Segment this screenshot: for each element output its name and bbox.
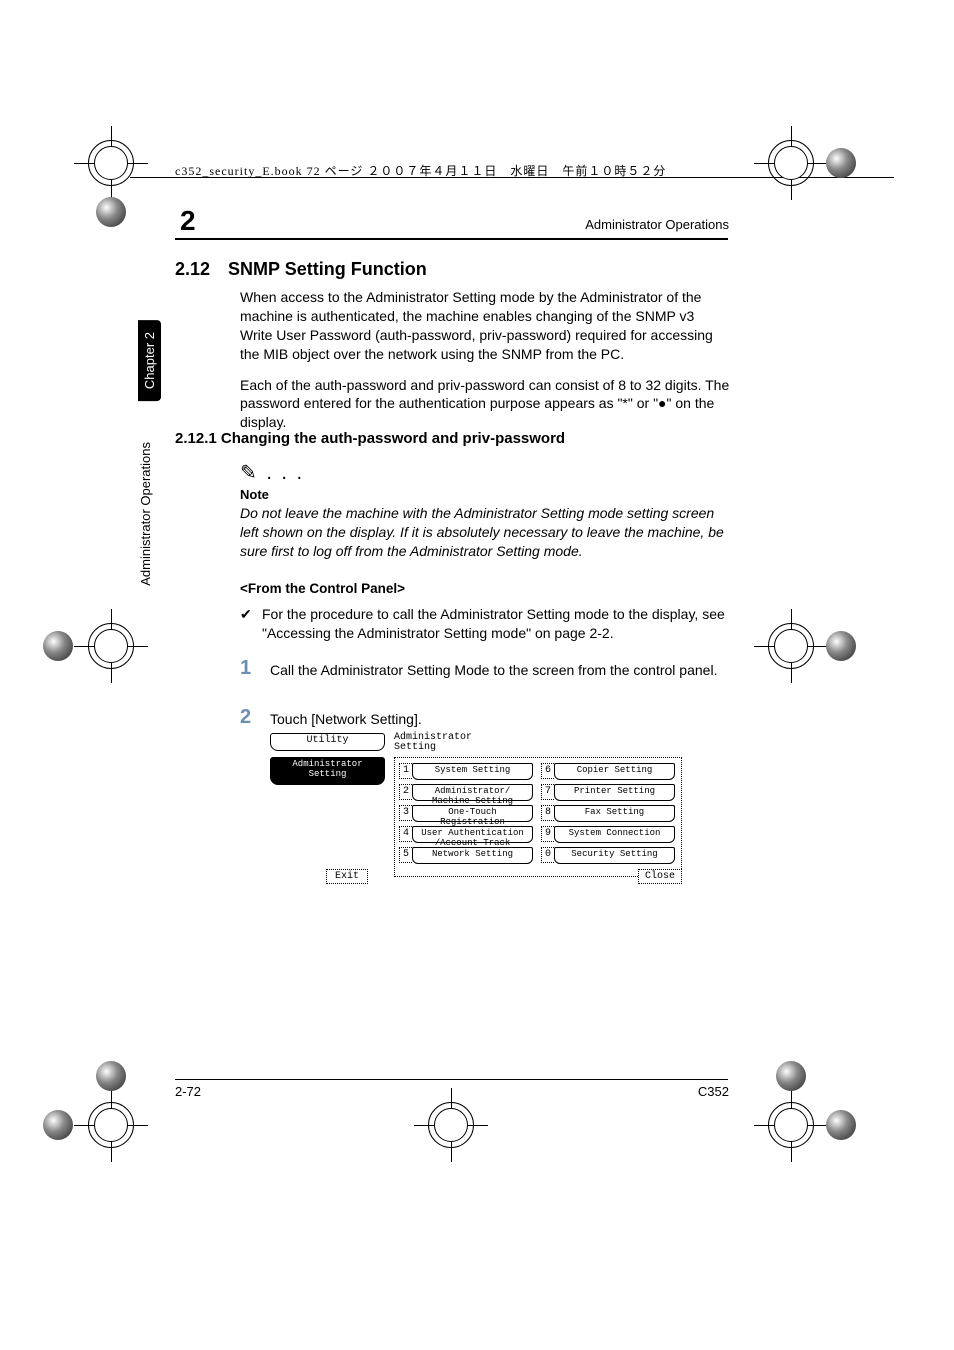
section-body: When access to the Administrator Setting…	[240, 288, 730, 444]
menu-item-number: 4	[399, 826, 412, 842]
subsection-number: 2.12.1	[175, 430, 217, 447]
sphere-ornament	[826, 1110, 856, 1140]
sphere-ornament	[43, 1110, 73, 1140]
close-button[interactable]: Close	[638, 869, 682, 884]
menu-item[interactable]: 5Network Setting	[399, 846, 533, 864]
chapter-number: 2	[180, 205, 196, 237]
step-2: 2 Touch [Network Setting].	[240, 707, 730, 729]
subsection-title: Changing the auth-password and priv-pass…	[221, 430, 565, 447]
menu-item[interactable]: 8Fax Setting	[541, 804, 675, 822]
step-number: 1	[240, 658, 270, 680]
section-number: 2.12	[175, 259, 210, 280]
panel-title: Administrator Setting	[394, 733, 682, 753]
menu-item-label: System Connection	[554, 826, 675, 843]
side-tab-chapter: Chapter 2	[138, 320, 161, 401]
registration-mark	[88, 140, 134, 186]
step-text: Touch [Network Setting].	[270, 707, 422, 729]
menu-item-number: 6	[541, 763, 554, 779]
step-1: 1 Call the Administrator Setting Mode to…	[240, 658, 730, 680]
panel-right-column: Administrator Setting 1System Setting2Ad…	[394, 733, 682, 883]
control-panel-figure: Utility Administrator Setting Exit Admin…	[270, 733, 682, 883]
menu-item-number: 1	[399, 763, 412, 779]
menu-item-label: Administrator/ Machine Setting	[412, 784, 533, 801]
menu-item-number: 5	[399, 847, 412, 863]
footer-rule	[175, 1079, 728, 1080]
menu-item[interactable]: 0Security Setting	[541, 846, 675, 864]
menu-item-label: System Setting	[412, 763, 533, 780]
note-text: Do not leave the machine with the Admini…	[240, 504, 730, 561]
menu-item-number: 9	[541, 826, 554, 842]
menu-item[interactable]: 4User Authentication /Account Track	[399, 825, 533, 843]
section-title: SNMP Setting Function	[228, 259, 427, 280]
menu-item-number: 0	[541, 847, 554, 863]
menu-grid: 1System Setting2Administrator/ Machine S…	[394, 757, 682, 877]
menu-item[interactable]: 3One-Touch Registration	[399, 804, 533, 822]
menu-item[interactable]: 1System Setting	[399, 762, 533, 780]
footer-page-number: 2-72	[175, 1084, 201, 1099]
section-para1: When access to the Administrator Setting…	[240, 288, 730, 364]
section-para2: Each of the auth-password and priv-passw…	[240, 376, 730, 433]
menu-item-number: 3	[399, 805, 412, 821]
file-header-text: c352_security_E.book 72 ページ ２００７年４月１１日 水…	[175, 162, 666, 179]
subsection-heading: 2.12.1 Changing the auth-password and pr…	[175, 430, 565, 447]
menu-item-label: Printer Setting	[554, 784, 675, 801]
exit-button[interactable]: Exit	[326, 869, 368, 884]
menu-item-number: 2	[399, 784, 412, 800]
note-icon: ✎ . . .	[240, 460, 730, 485]
check-icon: ✔	[240, 605, 262, 643]
note-label: Note	[240, 487, 730, 502]
menu-item[interactable]: 6Copier Setting	[541, 762, 675, 780]
menu-item-label: One-Touch Registration	[412, 805, 533, 822]
sphere-ornament	[96, 197, 126, 227]
step-number: 2	[240, 707, 270, 729]
sphere-ornament	[776, 1061, 806, 1091]
sphere-ornament	[826, 148, 856, 178]
utility-tab[interactable]: Utility	[270, 733, 385, 751]
administrator-setting-tab[interactable]: Administrator Setting	[270, 757, 385, 785]
menu-item-number: 8	[541, 805, 554, 821]
menu-item-label: Copier Setting	[554, 763, 675, 780]
menu-item-label: Network Setting	[412, 847, 533, 864]
panel-left-column: Utility Administrator Setting Exit	[270, 733, 385, 883]
menu-item-label: User Authentication /Account Track	[412, 826, 533, 843]
step-text: Call the Administrator Setting Mode to t…	[270, 658, 717, 680]
checklist-text: For the procedure to call the Administra…	[262, 605, 730, 643]
registration-mark	[768, 140, 814, 186]
registration-mark	[88, 1102, 134, 1148]
checklist-item: ✔ For the procedure to call the Administ…	[240, 605, 730, 643]
menu-item[interactable]: 9System Connection	[541, 825, 675, 843]
sphere-ornament	[43, 631, 73, 661]
side-tab-operations: Administrator Operations	[138, 442, 153, 586]
menu-item-label: Security Setting	[554, 847, 675, 864]
registration-mark	[428, 1102, 474, 1148]
from-control-panel-heading: <From the Control Panel>	[240, 581, 405, 596]
menu-item[interactable]: 7Printer Setting	[541, 783, 675, 801]
sphere-ornament	[96, 1061, 126, 1091]
footer-model: C352	[698, 1084, 729, 1099]
menu-item-label: Fax Setting	[554, 805, 675, 822]
running-head: Administrator Operations	[585, 217, 729, 232]
registration-mark	[88, 623, 134, 669]
menu-item[interactable]: 2Administrator/ Machine Setting	[399, 783, 533, 801]
registration-mark	[768, 1102, 814, 1148]
note-block: ✎ . . . Note Do not leave the machine wi…	[240, 460, 730, 561]
registration-mark	[768, 623, 814, 669]
sphere-ornament	[826, 631, 856, 661]
header-underline	[175, 238, 728, 240]
section-heading: 2.12 SNMP Setting Function	[175, 259, 427, 280]
menu-item-number: 7	[541, 784, 554, 800]
